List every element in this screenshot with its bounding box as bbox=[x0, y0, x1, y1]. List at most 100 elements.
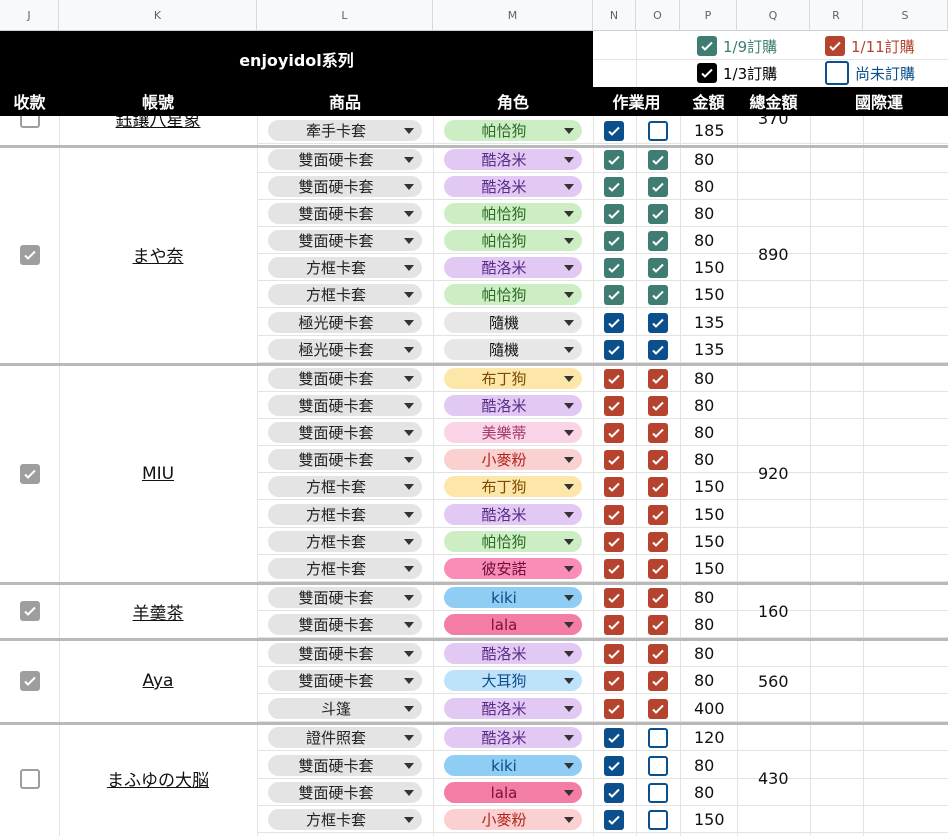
product-dropdown[interactable]: 極光硬卡套 bbox=[268, 312, 422, 333]
character-dropdown[interactable]: 小麥粉 bbox=[444, 809, 582, 830]
chevron-down-icon[interactable] bbox=[404, 211, 414, 217]
product-dropdown[interactable]: 方框卡套 bbox=[268, 284, 422, 305]
chevron-down-icon[interactable] bbox=[404, 817, 414, 823]
product-dropdown[interactable]: 雙面硬卡套 bbox=[268, 203, 422, 224]
character-dropdown[interactable]: 酷洛米 bbox=[444, 176, 582, 197]
product-dropdown[interactable]: 雙面硬卡套 bbox=[268, 176, 422, 197]
checkbox-icon[interactable] bbox=[648, 340, 668, 360]
checkbox-icon[interactable] bbox=[648, 369, 668, 389]
checkbox-icon[interactable] bbox=[648, 756, 668, 776]
chevron-down-icon[interactable] bbox=[564, 457, 574, 463]
character-dropdown[interactable]: 布丁狗 bbox=[444, 476, 582, 497]
checkbox-icon[interactable] bbox=[648, 671, 668, 691]
checkbox-icon[interactable] bbox=[604, 532, 624, 552]
product-dropdown[interactable]: 證件照套 bbox=[268, 727, 422, 748]
product-dropdown[interactable]: 方框卡套 bbox=[268, 531, 422, 552]
product-dropdown[interactable]: 方框卡套 bbox=[268, 476, 422, 497]
chevron-down-icon[interactable] bbox=[564, 790, 574, 796]
checkbox-icon[interactable] bbox=[648, 396, 668, 416]
checkbox-icon[interactable] bbox=[648, 505, 668, 525]
chevron-down-icon[interactable] bbox=[404, 678, 414, 684]
col-header-M[interactable]: M bbox=[433, 0, 593, 31]
checkbox-icon[interactable] bbox=[604, 477, 624, 497]
chevron-down-icon[interactable] bbox=[404, 457, 414, 463]
product-dropdown[interactable]: 雙面硬卡套 bbox=[268, 149, 422, 170]
product-dropdown[interactable]: 雙面硬卡套 bbox=[268, 422, 422, 443]
character-dropdown[interactable]: 酷洛米 bbox=[444, 149, 582, 170]
character-dropdown[interactable]: 酷洛米 bbox=[444, 257, 582, 278]
chevron-down-icon[interactable] bbox=[564, 622, 574, 628]
chevron-down-icon[interactable] bbox=[404, 430, 414, 436]
checkbox-icon[interactable] bbox=[604, 450, 624, 470]
chevron-down-icon[interactable] bbox=[564, 238, 574, 244]
checkbox-icon[interactable] bbox=[648, 258, 668, 278]
col-header-O[interactable]: O bbox=[636, 0, 680, 31]
chevron-down-icon[interactable] bbox=[564, 735, 574, 741]
character-dropdown[interactable]: lala bbox=[444, 782, 582, 803]
chevron-down-icon[interactable] bbox=[564, 763, 574, 769]
product-dropdown[interactable]: 雙面硬卡套 bbox=[268, 368, 422, 389]
chevron-down-icon[interactable] bbox=[564, 403, 574, 409]
chevron-down-icon[interactable] bbox=[404, 128, 414, 134]
checkbox-icon[interactable] bbox=[604, 150, 624, 170]
chevron-down-icon[interactable] bbox=[564, 651, 574, 657]
character-dropdown[interactable]: 隨機 bbox=[444, 339, 582, 360]
character-dropdown[interactable]: 小麥粉 bbox=[444, 449, 582, 470]
chevron-down-icon[interactable] bbox=[404, 763, 414, 769]
checkbox-icon[interactable] bbox=[604, 699, 624, 719]
character-dropdown[interactable]: 美樂蒂 bbox=[444, 422, 582, 443]
chevron-down-icon[interactable] bbox=[564, 347, 574, 353]
chevron-down-icon[interactable] bbox=[564, 595, 574, 601]
chevron-down-icon[interactable] bbox=[404, 238, 414, 244]
chevron-down-icon[interactable] bbox=[404, 735, 414, 741]
checkbox-icon[interactable] bbox=[648, 177, 668, 197]
checkbox-icon[interactable] bbox=[648, 588, 668, 608]
chevron-down-icon[interactable] bbox=[404, 566, 414, 572]
chevron-down-icon[interactable] bbox=[404, 595, 414, 601]
chevron-down-icon[interactable] bbox=[564, 817, 574, 823]
character-dropdown[interactable]: 帕恰狗 bbox=[444, 230, 582, 251]
paid-checkbox[interactable] bbox=[20, 114, 40, 128]
character-dropdown[interactable]: 帕恰狗 bbox=[444, 120, 582, 141]
checkbox-icon[interactable] bbox=[604, 121, 624, 141]
checkbox-icon[interactable] bbox=[648, 285, 668, 305]
character-dropdown[interactable]: 帕恰狗 bbox=[444, 203, 582, 224]
col-header-R[interactable]: R bbox=[810, 0, 863, 31]
chevron-down-icon[interactable] bbox=[404, 265, 414, 271]
checkbox-icon[interactable] bbox=[648, 810, 668, 830]
chevron-down-icon[interactable] bbox=[564, 376, 574, 382]
chevron-down-icon[interactable] bbox=[564, 211, 574, 217]
chevron-down-icon[interactable] bbox=[404, 512, 414, 518]
chevron-down-icon[interactable] bbox=[404, 347, 414, 353]
chevron-down-icon[interactable] bbox=[564, 157, 574, 163]
chevron-down-icon[interactable] bbox=[404, 706, 414, 712]
checkbox-icon[interactable] bbox=[648, 615, 668, 635]
chevron-down-icon[interactable] bbox=[404, 651, 414, 657]
checkbox-icon[interactable] bbox=[825, 61, 849, 85]
chevron-down-icon[interactable] bbox=[564, 128, 574, 134]
product-dropdown[interactable]: 極光硬卡套 bbox=[268, 339, 422, 360]
checkbox-icon[interactable] bbox=[648, 204, 668, 224]
checkbox-icon[interactable] bbox=[825, 36, 845, 56]
chevron-down-icon[interactable] bbox=[564, 706, 574, 712]
account-name[interactable]: Aya bbox=[59, 669, 257, 693]
chevron-down-icon[interactable] bbox=[564, 292, 574, 298]
checkbox-icon[interactable] bbox=[648, 644, 668, 664]
col-header-L[interactable]: L bbox=[257, 0, 433, 31]
product-dropdown[interactable]: 雙面硬卡套 bbox=[268, 643, 422, 664]
character-dropdown[interactable]: 酷洛米 bbox=[444, 395, 582, 416]
chevron-down-icon[interactable] bbox=[404, 157, 414, 163]
col-header-K[interactable]: K bbox=[59, 0, 257, 31]
checkbox-icon[interactable] bbox=[604, 285, 624, 305]
checkbox-icon[interactable] bbox=[648, 231, 668, 251]
checkbox-icon[interactable] bbox=[604, 728, 624, 748]
checkbox-icon[interactable] bbox=[604, 258, 624, 278]
chevron-down-icon[interactable] bbox=[564, 430, 574, 436]
checkbox-icon[interactable] bbox=[604, 810, 624, 830]
character-dropdown[interactable]: 布丁狗 bbox=[444, 368, 582, 389]
checkbox-icon[interactable] bbox=[604, 369, 624, 389]
checkbox-icon[interactable] bbox=[648, 150, 668, 170]
product-dropdown[interactable]: 方框卡套 bbox=[268, 257, 422, 278]
checkbox-icon[interactable] bbox=[604, 423, 624, 443]
checkbox-icon[interactable] bbox=[604, 756, 624, 776]
